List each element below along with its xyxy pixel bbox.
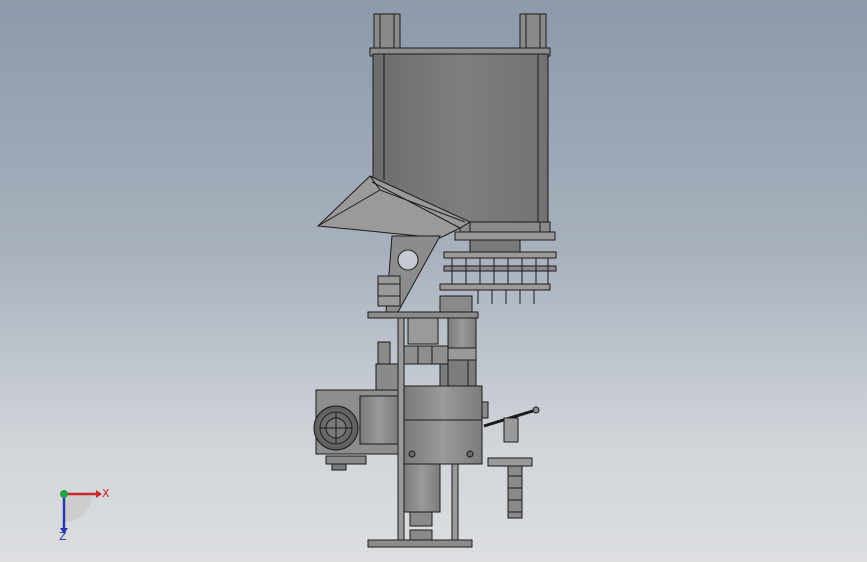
cad-viewport[interactable]: X Z bbox=[0, 0, 867, 562]
handle-lever[interactable] bbox=[483, 406, 540, 467]
spindle-motor[interactable] bbox=[403, 463, 441, 527]
handwheel-grip[interactable] bbox=[507, 465, 523, 519]
motor-fan-cover[interactable] bbox=[313, 405, 359, 451]
gearbox[interactable] bbox=[403, 385, 489, 465]
cylinders[interactable] bbox=[375, 317, 449, 391]
z-axis-label: Z bbox=[59, 530, 67, 543]
rotary-table-lower[interactable] bbox=[439, 283, 551, 315]
hopper-left-bracket[interactable] bbox=[373, 13, 401, 53]
machine-assembly-drawing[interactable] bbox=[0, 0, 867, 562]
coordinate-triad-icon bbox=[60, 490, 102, 534]
hopper-right-bracket[interactable] bbox=[519, 13, 547, 53]
rotary-table[interactable] bbox=[443, 231, 557, 290]
gusset-plate[interactable] bbox=[377, 235, 441, 313]
x-axis-label: X bbox=[102, 487, 110, 500]
